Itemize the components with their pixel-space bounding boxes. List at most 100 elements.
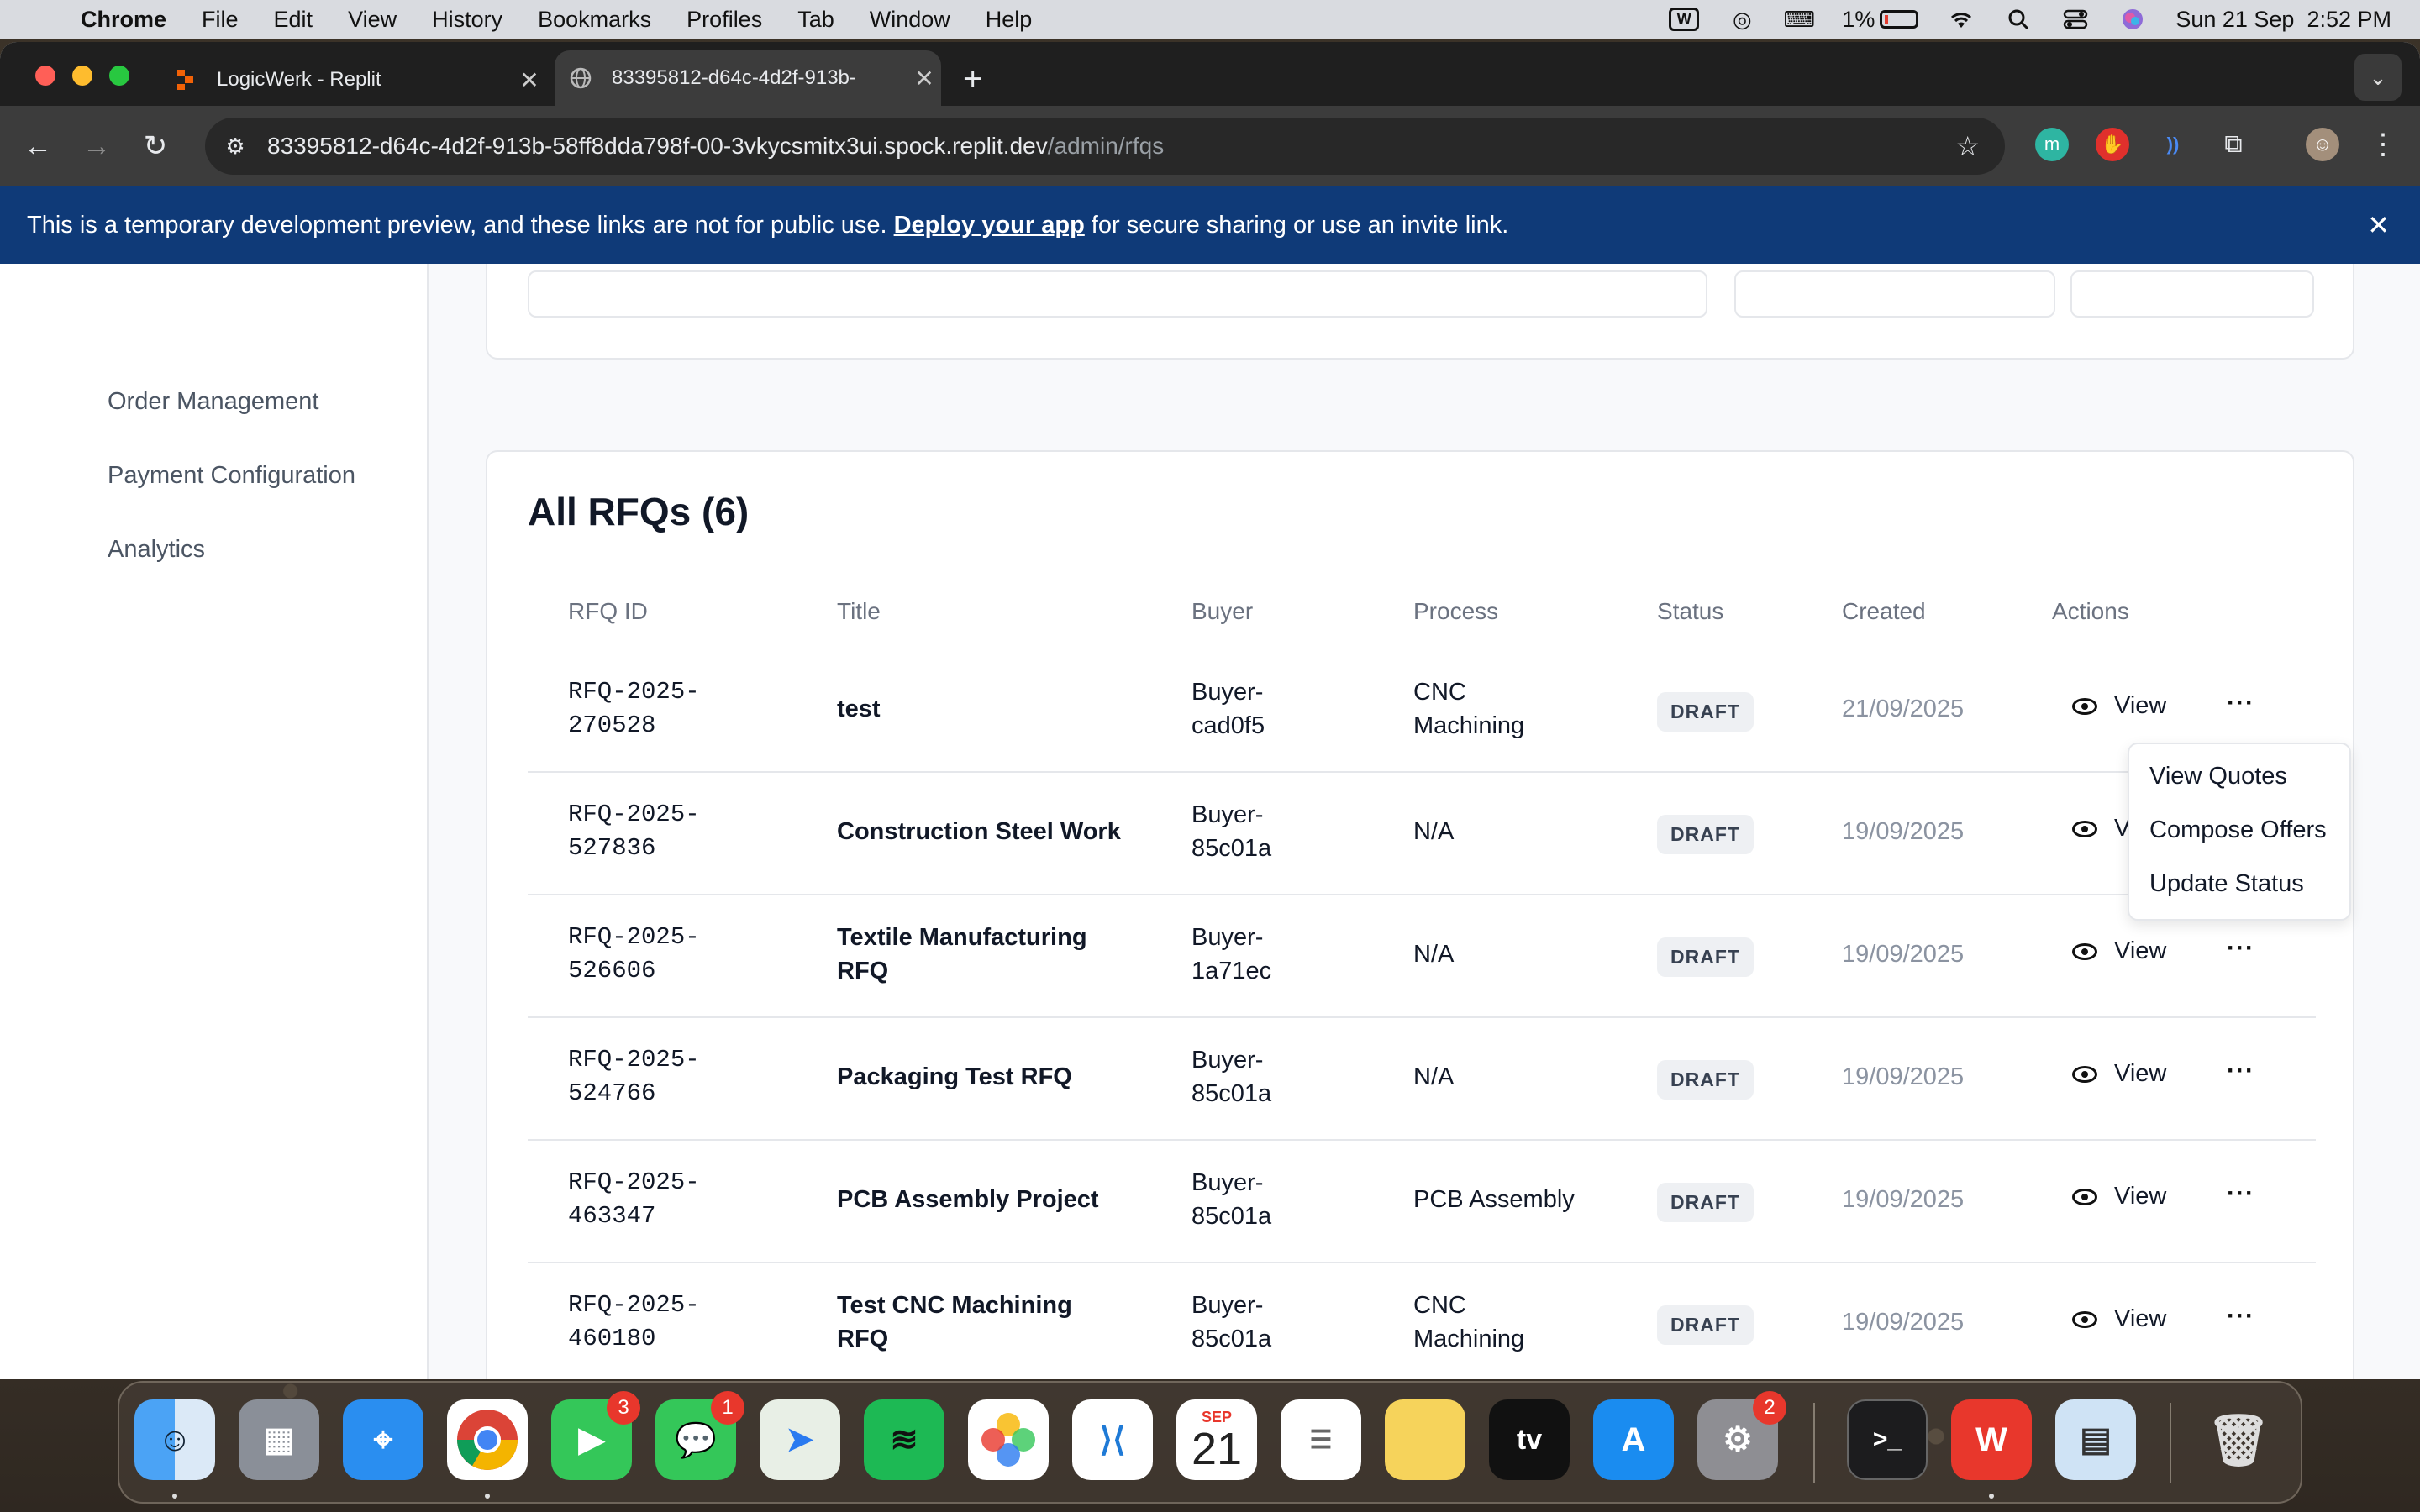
status-badge: DRAFT [1657,1183,1754,1222]
sidebar-item-order-management[interactable]: Order Management [108,388,318,416]
sidebar-item-analytics[interactable]: Analytics [108,536,205,564]
siri-icon[interactable] [2118,7,2147,32]
extension-sound-icon[interactable]: )) [2156,128,2190,161]
header-process: Process [1413,598,1499,624]
airdrop-icon[interactable]: ◎ [1728,7,1756,32]
table-row[interactable]: RFQ-2025- 526606 Textile Manufacturing RFQ… [528,895,2316,1018]
calendar-icon[interactable]: SEP 21 [1176,1399,1257,1480]
app-store-icon[interactable]: A [1593,1399,1674,1480]
more-actions-icon[interactable]: ··· [2227,689,2254,717]
profile-avatar[interactable]: ☺ [2306,128,2339,161]
extension-hand-icon[interactable]: ✋ [2096,128,2129,161]
menu-item-update-status[interactable]: Update Status [2149,870,2304,898]
trash-icon[interactable]: 🗑 [2198,1399,2279,1480]
menu-app-name[interactable]: Chrome [81,7,166,33]
address-bar[interactable]: ⚙ 83395812-d64c-4d2f-913b-58ff8dda798f-0… [205,118,2005,175]
view-button[interactable]: View [2072,1305,2166,1333]
rfq-id-part: RFQ-2025- [568,923,700,951]
menu-profiles[interactable]: Profiles [687,7,762,33]
view-button[interactable]: View [2072,1183,2166,1210]
view-button[interactable]: View [2072,692,2166,720]
more-actions-icon[interactable]: ··· [2227,1302,2254,1331]
preview-icon[interactable]: ▤ [2055,1399,2136,1480]
dev-preview-banner: This is a temporary development preview,… [0,186,2420,264]
url-host: 83395812-d64c-4d2f-913b-58ff8dda798f-00-… [267,133,1048,159]
more-filters-button[interactable] [2070,270,2314,318]
minimize-window-button[interactable] [72,66,92,86]
messages-icon[interactable]: 💬 1 [655,1391,744,1480]
rfq-title-cell: Textile Manufacturing RFQ [837,921,1087,988]
finder-icon[interactable]: ☺ [134,1399,215,1480]
more-actions-icon[interactable]: ··· [2227,934,2254,963]
table-row[interactable]: RFQ-2025- 527836 Construction Steel Work … [528,773,2316,895]
more-actions-icon[interactable]: ··· [2227,1057,2254,1085]
table-row[interactable]: RFQ-2025- 460180 Test CNC Machining RFQ Bu… [528,1263,2316,1379]
back-arrow-icon[interactable]: ← [8,130,67,163]
table-row[interactable]: RFQ-2025- 463347 PCB Assembly Project Buy… [528,1141,2316,1263]
spotlight-search-icon[interactable] [2004,7,2033,32]
keyboard-icon[interactable]: ⌨ [1784,7,1816,32]
chrome-icon[interactable] [447,1399,528,1480]
new-tab-icon[interactable]: + [963,60,982,98]
wps-menubar-icon[interactable]: W [1669,8,1700,31]
sidebar-item-payment-configuration[interactable]: Payment Configuration [108,462,355,490]
created-date: 21/09/2025 [1842,696,1965,722]
tab-logicwerk-replit[interactable]: LogicWerk - Replit ✕ [160,54,546,106]
photos-icon[interactable] [968,1399,1049,1480]
reminders-icon[interactable]: ☰ [1281,1399,1361,1480]
control-center-icon[interactable] [2061,7,2090,32]
close-banner-icon[interactable]: ✕ [2367,209,2390,241]
tab-admin-rfqs[interactable]: 83395812-d64c-4d2f-913b- ✕ [555,50,941,106]
close-window-button[interactable] [35,66,55,86]
tab-search-chevron-icon[interactable]: ⌄ [2354,54,2402,101]
table-row[interactable]: RFQ-2025- 270528 test Buyer-cad0f5 CNC Mac… [528,650,2316,773]
vscode-icon[interactable]: ⟩⟨ [1072,1399,1153,1480]
reload-icon[interactable]: ↻ [126,129,185,163]
rfq-id-part: RFQ-2025- [568,678,700,706]
menu-item-view-quotes[interactable]: View Quotes [2149,763,2287,790]
wps-office-icon[interactable]: W [1951,1399,2032,1480]
menu-history[interactable]: History [432,7,502,33]
bookmark-star-icon[interactable]: ☆ [1955,130,1980,162]
wifi-icon[interactable] [1947,7,1975,32]
system-settings-icon[interactable]: ⚙ 2 [1697,1391,1786,1480]
facetime-icon[interactable]: ▶ 3 [551,1391,640,1480]
menu-edit[interactable]: Edit [274,7,313,33]
close-tab-icon[interactable]: ✕ [513,66,546,94]
rfq-title-line: PCB Assembly Project [837,1186,1099,1213]
menu-tab[interactable]: Tab [797,7,834,33]
terminal-icon[interactable]: >_ [1847,1399,1928,1480]
menu-bookmarks[interactable]: Bookmarks [538,7,651,33]
menu-window[interactable]: Window [870,7,950,33]
spotify-icon[interactable]: ≋ [864,1399,944,1480]
zoom-window-button[interactable] [109,66,129,86]
view-button[interactable]: View [2072,937,2166,965]
apple-tv-icon[interactable]: tv [1489,1399,1570,1480]
maps-icon[interactable]: ➤ [760,1399,840,1480]
chrome-menu-icon[interactable]: ⋮ [2366,128,2400,161]
site-info-icon[interactable]: ⚙ [218,134,252,160]
launchpad-icon[interactable]: ▦ [239,1399,319,1480]
menu-file[interactable]: File [202,7,239,33]
notes-icon[interactable] [1385,1399,1465,1480]
menubar-clock[interactable]: Sun 21 Sep 2:52 PM [2175,7,2391,33]
status-filter-select[interactable] [1734,270,2055,318]
battery-indicator[interactable]: 1% [1842,7,1919,33]
view-label: View [2114,1305,2167,1332]
forward-arrow-icon[interactable]: → [67,130,126,163]
safari-icon[interactable]: ⌖ [343,1399,424,1480]
extension-m-icon[interactable]: m [2035,128,2069,161]
buyer-line: 85c01a [1192,1326,1272,1352]
table-row[interactable]: RFQ-2025- 524766 Packaging Test RFQ Buyer… [528,1018,2316,1141]
menu-view[interactable]: View [348,7,397,33]
deploy-app-link[interactable]: Deploy your app [894,212,1085,239]
search-input[interactable] [528,270,1707,318]
created-date: 19/09/2025 [1842,1063,1965,1090]
menu-item-compose-offers[interactable]: Compose Offers [2149,816,2327,844]
view-button[interactable]: View [2072,1060,2166,1088]
more-actions-icon[interactable]: ··· [2227,1179,2254,1208]
close-tab-icon[interactable]: ✕ [908,65,941,92]
extensions-puzzle-icon[interactable]: ⧉ [2217,128,2250,161]
buyer-line: cad0f5 [1192,712,1265,739]
menu-help[interactable]: Help [986,7,1033,33]
